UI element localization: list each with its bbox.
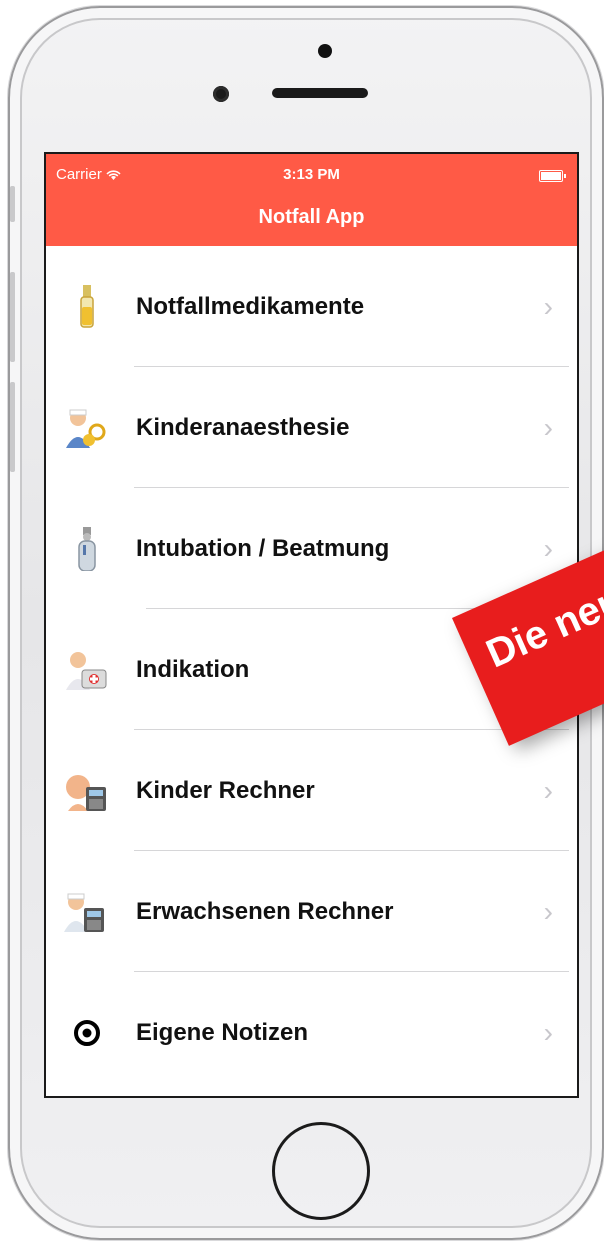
menu-item-label: Notfallmedikamente <box>136 292 365 320</box>
menu-item-label: Kinderanaesthesie <box>136 413 350 441</box>
menu-item-notfallmedikamente[interactable]: Notfallmedikamente › <box>46 246 577 367</box>
volume-down-button <box>10 382 15 472</box>
status-time: 3:13 PM <box>283 166 340 183</box>
menu-item-erwachsenen-rechner[interactable]: Erwachsenen Rechner › <box>46 851 577 972</box>
chevron-right-icon: › <box>543 290 553 322</box>
page-title: Notfall App <box>258 206 365 228</box>
front-sensor-icon <box>318 44 332 58</box>
mute-switch <box>10 186 15 222</box>
menu-item-label: Intubation / Beatmung <box>136 534 390 562</box>
menu-item-kinderanaesthesie[interactable]: Kinderanaesthesie › <box>46 367 577 488</box>
navigation-bar: Carrier 3:13 PM Notfall App <box>46 154 577 246</box>
menu-item-label: Erwachsenen Rechner <box>136 897 394 925</box>
wifi-icon <box>106 169 121 180</box>
chevron-right-icon: › <box>543 1016 553 1048</box>
menu-item-label: Eigene Notizen <box>136 1018 309 1046</box>
volume-up-button <box>10 272 15 362</box>
chevron-right-icon: › <box>543 895 553 927</box>
menu-item-intubation-beatmung[interactable]: Intubation / Beatmung › <box>46 488 577 609</box>
target-icon <box>64 1010 110 1056</box>
home-button[interactable] <box>272 1122 370 1220</box>
chevron-right-icon: › <box>543 532 553 564</box>
carrier-label: Carrier <box>56 166 121 183</box>
menu-item-eigene-notizen[interactable]: Eigene Notizen › <box>46 972 577 1093</box>
menu-item-label: Kinder Rechner <box>136 776 315 804</box>
front-camera-icon <box>213 86 229 102</box>
earpiece-speaker <box>272 88 368 98</box>
menu-item-label: Indikation <box>136 655 250 683</box>
nurse-child-icon <box>64 405 110 451</box>
battery-icon <box>539 170 566 182</box>
menu-item-kinder-rechner[interactable]: Kinder Rechner › <box>46 730 577 851</box>
baby-calculator-icon <box>64 768 110 814</box>
chevron-right-icon: › <box>543 411 553 443</box>
chevron-right-icon: › <box>543 774 553 806</box>
doctor-bag-icon <box>64 647 110 693</box>
adult-calculator-icon <box>64 889 110 935</box>
status-bar: Carrier 3:13 PM <box>46 166 577 188</box>
ampoule-icon <box>64 284 110 330</box>
oxygen-tank-icon <box>64 526 110 572</box>
